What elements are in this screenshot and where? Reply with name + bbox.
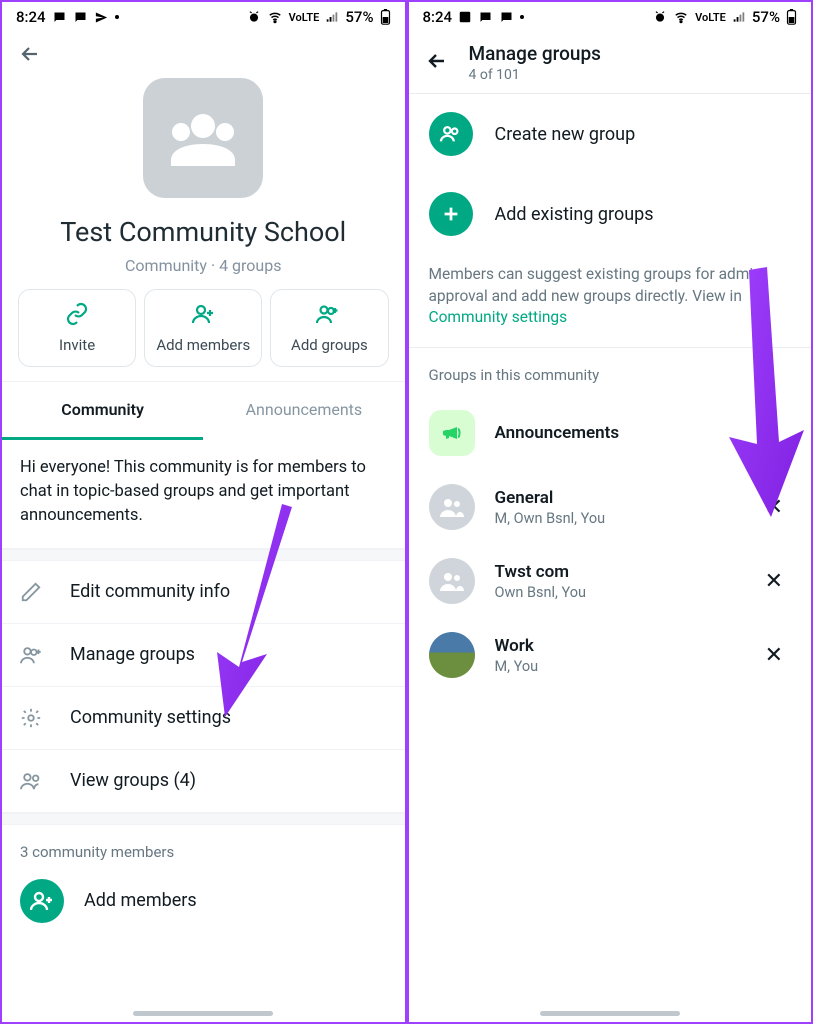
group-avatar-icon: [429, 558, 475, 604]
edit-label: Edit community info: [70, 581, 230, 602]
group-name: Twst com: [495, 562, 737, 582]
add-members-button[interactable]: Add members: [144, 289, 262, 367]
group-name: Work: [495, 636, 737, 656]
group-members: Own Bsnl, You: [495, 584, 737, 601]
battery-icon: [380, 9, 391, 25]
signal-icon: [325, 10, 339, 24]
back-button[interactable]: [425, 49, 449, 77]
group-row-work[interactable]: Work M, You ✕: [409, 618, 812, 692]
page-subtitle: 4 of 101: [469, 67, 601, 83]
wifi-icon: [673, 10, 689, 24]
view-groups-button[interactable]: View groups (4): [2, 750, 405, 813]
alarm-icon: [247, 10, 261, 24]
add-groups-label: Add groups: [291, 336, 368, 354]
status-time: 8:24: [423, 8, 453, 26]
status-bar: 8:24 VoLTE 57%: [2, 2, 405, 28]
section-label: Groups in this community: [409, 348, 812, 396]
community-settings-link[interactable]: Community settings: [429, 308, 568, 326]
chat-bubble-icon: [478, 10, 493, 25]
invite-label: Invite: [59, 336, 95, 354]
link-icon: [65, 302, 89, 330]
alarm-icon: [653, 10, 667, 24]
invite-button[interactable]: Invite: [18, 289, 136, 367]
add-groups-button[interactable]: Add groups: [270, 289, 388, 367]
group-name: General: [495, 488, 737, 508]
view-label: View groups (4): [70, 770, 196, 791]
edit-community-button[interactable]: Edit community info: [2, 561, 405, 624]
group-members: M, Own Bsnl, You: [495, 510, 737, 527]
group-row-announcements[interactable]: Announcements: [409, 396, 812, 470]
tab-community[interactable]: Community: [2, 382, 203, 440]
community-settings-button[interactable]: Community settings: [2, 687, 405, 750]
nav-pill[interactable]: [540, 1011, 680, 1016]
send-icon: [94, 10, 109, 25]
people-icon: [20, 770, 46, 792]
info-prefix: Members can suggest existing groups for …: [429, 265, 762, 305]
community-title: Test Community School: [2, 216, 405, 248]
group-icon: [429, 112, 473, 156]
remove-group-button[interactable]: ✕: [757, 565, 791, 598]
create-group-button[interactable]: Create new group: [409, 94, 812, 174]
group-avatar-image: [429, 632, 475, 678]
people-add-icon: [20, 644, 46, 666]
tab-announcements[interactable]: Announcements: [203, 382, 404, 440]
community-subtitle: Community · 4 groups: [2, 256, 405, 275]
network-label: VoLTE: [695, 11, 726, 24]
battery-text: 57%: [345, 8, 373, 26]
action-buttons-row: Invite Add members Add groups: [2, 275, 405, 381]
community-avatar[interactable]: [143, 78, 263, 198]
section-divider: [2, 813, 405, 825]
status-time: 8:24: [16, 8, 46, 26]
add-members-row-label: Add members: [84, 890, 197, 911]
battery-text: 57%: [752, 8, 780, 26]
add-members-row[interactable]: Add members: [2, 871, 405, 941]
group-members: M, You: [495, 658, 737, 675]
network-label: VoLTE: [289, 11, 320, 24]
plus-icon: [429, 192, 473, 236]
pencil-icon: [20, 581, 46, 603]
group-row-twst[interactable]: Twst com Own Bsnl, You ✕: [409, 544, 812, 618]
wifi-icon: [267, 10, 283, 24]
signal-icon: [732, 10, 746, 24]
manage-groups-button[interactable]: Manage groups: [2, 624, 405, 687]
status-bar: 8:24 VoLTE 57%: [409, 2, 812, 28]
settings-label: Community settings: [70, 707, 231, 728]
create-group-label: Create new group: [495, 124, 636, 145]
add-members-circle-icon: [20, 879, 64, 923]
remove-group-button[interactable]: ✕: [757, 639, 791, 672]
group-avatar-icon: [429, 484, 475, 530]
group-add-icon: [316, 302, 342, 330]
add-existing-label: Add existing groups: [495, 204, 654, 225]
group-name: Announcements: [495, 423, 792, 443]
remove-group-button[interactable]: ✕: [757, 491, 791, 524]
info-text: Members can suggest existing groups for …: [409, 254, 812, 348]
community-description: Hi everyone! This community is for membe…: [2, 440, 405, 549]
screen-manage-groups: 8:24 VoLTE 57%: [405, 2, 812, 1022]
dot-icon: [520, 15, 524, 19]
chat-bubble-icon: [499, 10, 514, 25]
screen-community-info: 8:24 VoLTE 57%: [2, 2, 405, 1022]
chat-bubble-icon: [73, 10, 88, 25]
add-members-label: Add members: [156, 336, 250, 354]
nav-pill[interactable]: [133, 1011, 273, 1016]
add-existing-groups-button[interactable]: Add existing groups: [409, 174, 812, 254]
dot-icon: [115, 15, 119, 19]
image-icon: [458, 10, 472, 24]
tabs: Community Announcements: [2, 381, 405, 440]
page-header: Manage groups 4 of 101: [409, 28, 812, 94]
megaphone-icon: [429, 410, 475, 456]
battery-icon: [786, 9, 797, 25]
gear-icon: [20, 707, 46, 729]
section-divider: [2, 549, 405, 561]
person-add-icon: [191, 302, 215, 330]
back-button[interactable]: [2, 28, 405, 76]
members-count-header: 3 community members: [2, 825, 405, 871]
chat-bubble-icon: [52, 10, 67, 25]
group-row-general[interactable]: General M, Own Bsnl, You ✕: [409, 470, 812, 544]
manage-label: Manage groups: [70, 644, 195, 665]
page-title: Manage groups: [469, 42, 601, 65]
